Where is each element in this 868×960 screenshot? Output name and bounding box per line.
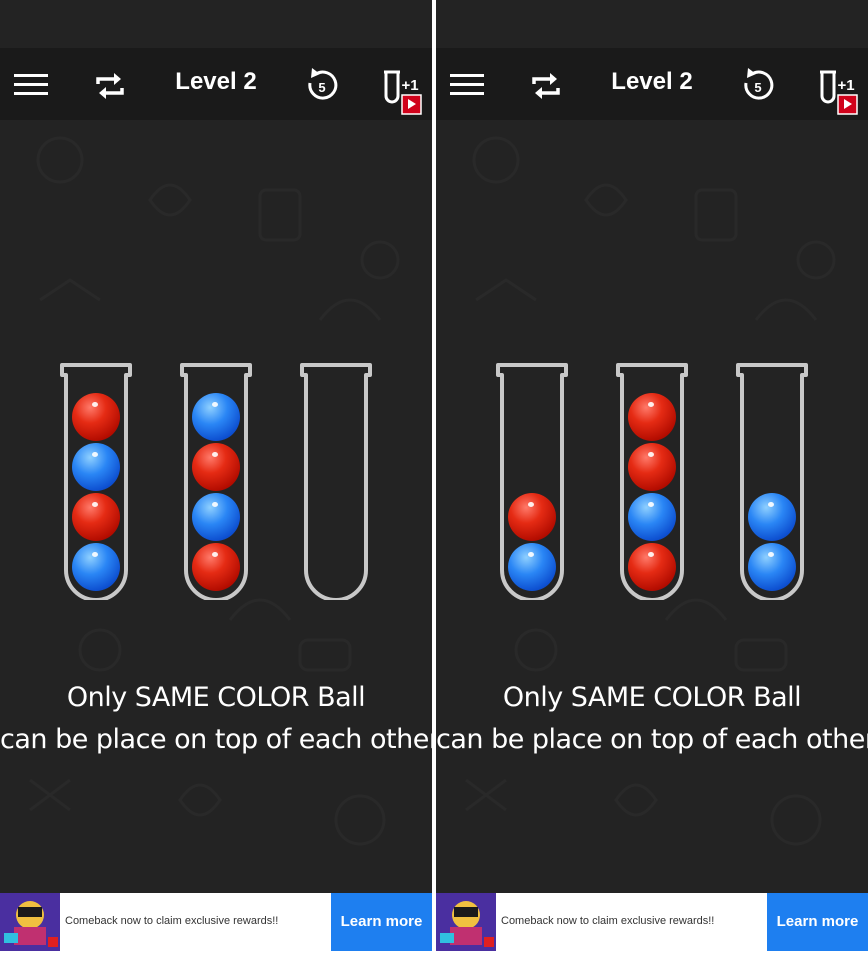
learn-more-button[interactable]: Learn more [767, 893, 868, 951]
bottom-strip [0, 951, 432, 960]
ball-red [628, 443, 676, 491]
tube-3[interactable] [300, 360, 372, 602]
tube-3[interactable] [736, 360, 808, 602]
tube-1[interactable] [60, 360, 132, 602]
tube-2[interactable] [616, 360, 688, 602]
ad-game-thumbnail [0, 893, 60, 951]
ball-blue [748, 543, 796, 591]
ad-text: Comeback now to claim exclusive rewards!… [501, 915, 715, 927]
hamburger-menu-icon[interactable] [14, 72, 48, 98]
level-title: Level 2 [611, 68, 693, 95]
ad-banner[interactable]: Comeback now to claim exclusive rewards!… [436, 893, 868, 951]
undo-circle-icon[interactable]: 5 [306, 68, 338, 102]
undo-circle-icon[interactable]: 5 [742, 68, 774, 102]
add-tube-label: +1 [401, 77, 418, 94]
ball-red [72, 493, 120, 541]
ball-blue [192, 393, 240, 441]
undo-count: 5 [754, 80, 761, 95]
ball-red [508, 493, 556, 541]
hamburger-menu-icon[interactable] [450, 72, 484, 98]
learn-more-button[interactable]: Learn more [331, 893, 432, 951]
ball-blue [508, 543, 556, 591]
test-tube-plus-icon[interactable]: +1 [382, 68, 424, 116]
ad-banner[interactable]: Comeback now to claim exclusive rewards!… [0, 893, 432, 951]
level-title: Level 2 [175, 68, 257, 95]
instruction-line-2: can be place on top of each other [436, 724, 868, 755]
tube-1[interactable] [496, 360, 568, 602]
test-tube-plus-icon[interactable]: +1 [818, 68, 860, 116]
ball-red [72, 393, 120, 441]
ball-blue [72, 443, 120, 491]
add-tube-label: +1 [837, 77, 854, 94]
game-screen-left: Level 2 5 +1 Only SAME COLOR Ball can be… [0, 0, 432, 960]
ad-game-thumbnail [436, 893, 496, 951]
ball-blue [748, 493, 796, 541]
instruction-line-1: Only SAME COLOR Ball [502, 682, 802, 713]
ball-red [192, 543, 240, 591]
ball-blue [628, 493, 676, 541]
ball-blue [72, 543, 120, 591]
ball-red [628, 393, 676, 441]
tube-2[interactable] [180, 360, 252, 602]
repeat-arrows-icon[interactable] [530, 70, 562, 102]
instruction-line-2: can be place on top of each other [0, 724, 432, 755]
ball-blue [192, 493, 240, 541]
tube-outline [300, 363, 372, 602]
undo-count: 5 [318, 80, 325, 95]
game-screen-right: Level 2 5 +1 Only SAME COLOR Ball can be… [436, 0, 868, 960]
instruction-line-1: Only SAME COLOR Ball [66, 682, 366, 713]
ball-red [192, 443, 240, 491]
ball-red [628, 543, 676, 591]
ad-text: Comeback now to claim exclusive rewards!… [65, 915, 279, 927]
bottom-strip [436, 951, 868, 960]
repeat-arrows-icon[interactable] [94, 70, 126, 102]
